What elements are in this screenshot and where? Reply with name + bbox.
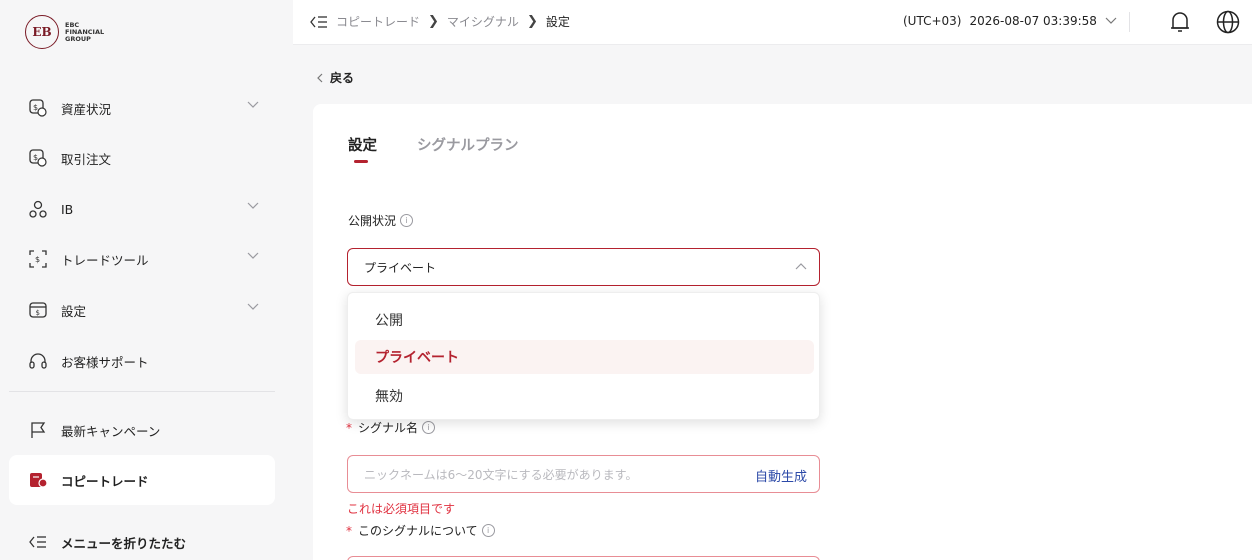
option-disabled[interactable]: 無効 [355, 379, 814, 413]
sidebar-item-label: トレードツール [61, 252, 149, 268]
breadcrumb-my-signal[interactable]: マイシグナル [447, 13, 519, 30]
sidebar-item-settings[interactable]: $ 設定 [9, 285, 275, 335]
sidebar-item-ib[interactable]: IB [9, 184, 275, 234]
logo-line-3: GROUP [65, 34, 91, 43]
chevron-down-icon [1105, 17, 1117, 24]
visibility-select[interactable]: プライベート [347, 248, 820, 286]
logo[interactable]: EB EBC FINANCIAL GROUP [25, 15, 104, 49]
back-label: 戻る [330, 71, 355, 85]
globe-icon[interactable] [1215, 9, 1241, 35]
auto-generate-button[interactable]: 自動生成 [755, 466, 807, 485]
logo-text: EBC FINANCIAL GROUP [65, 21, 104, 43]
sidebar-item-assets[interactable]: $ 資産状況 [9, 83, 275, 133]
chevron-down-icon [247, 303, 259, 310]
scan-dollar-icon: $ [27, 248, 49, 270]
chevron-up-icon [795, 263, 807, 270]
required-mark: * [346, 420, 352, 435]
visibility-label-text: 公開状況 [348, 214, 397, 228]
svg-text:$: $ [36, 309, 40, 317]
collapse-menu-button[interactable]: メニューを折りたたむ [9, 517, 275, 560]
header-divider [1129, 12, 1130, 32]
bell-icon[interactable] [1168, 9, 1192, 35]
svg-text:$: $ [35, 255, 40, 264]
svg-text:$: $ [33, 103, 38, 112]
collapse-menu-label: メニューを折りたたむ [61, 535, 187, 551]
dollar-chart-icon: $ [27, 97, 49, 119]
svg-text:$: $ [33, 153, 38, 162]
info-icon[interactable]: i [400, 214, 414, 227]
required-mark: * [346, 523, 352, 538]
sidebar-item-orders[interactable]: $ 取引注文 [9, 133, 275, 183]
about-signal-label-text: このシグナルについて [358, 524, 478, 538]
visibility-dropdown-menu: 公開 プライベート 無効 [347, 292, 820, 420]
logo-mark: EB [25, 15, 59, 49]
active-tab-indicator [354, 160, 368, 163]
visibility-value: プライベート [364, 260, 437, 275]
settings-card: 設定 シグナルプラン 公開状況 i プライベート * シグナル名 i ニックネー… [313, 104, 1252, 560]
datetime-label: 2026-08-07 03:39:58 [969, 14, 1097, 28]
tab-signal-plan[interactable]: シグナルプラン [417, 134, 519, 155]
breadcrumb-current: 設定 [545, 15, 570, 29]
about-signal-textarea[interactable] [347, 556, 820, 560]
chevron-right-icon: ❯ [428, 14, 439, 29]
tab-settings[interactable]: 設定 [348, 134, 377, 155]
flag-icon [27, 419, 49, 441]
sidebar-item-trade-tools[interactable]: $ トレードツール [9, 234, 275, 284]
sidebar-item-copy-trade[interactable]: コピートレード [9, 455, 275, 505]
chevron-left-icon [317, 73, 323, 82]
sidebar-item-label: お客様サポート [61, 354, 149, 370]
headset-icon [27, 350, 49, 372]
chevron-down-icon [247, 101, 259, 108]
signal-name-input[interactable]: ニックネームは6〜20文字にする必要があります。 自動生成 [347, 455, 820, 493]
visibility-label: 公開状況 i [348, 212, 414, 229]
signal-name-error: これは必須項目です [347, 502, 456, 516]
signal-name-placeholder: ニックネームは6〜20文字にする必要があります。 [364, 467, 638, 482]
back-button[interactable]: 戻る [316, 69, 354, 86]
chevron-right-icon: ❯ [526, 14, 538, 29]
signal-name-label: * シグナル名 i [346, 419, 436, 436]
chevron-down-icon [247, 252, 259, 259]
sidebar-divider [9, 391, 275, 392]
breadcrumb: コピートレード ❯ マイシグナル ❯ 設定 [310, 13, 570, 30]
sidebar-item-campaigns[interactable]: 最新キャンペーン [9, 405, 275, 455]
chevron-down-icon [247, 202, 259, 209]
sidebar-item-label: IB [61, 201, 74, 217]
sidebar-item-label: 設定 [61, 303, 87, 319]
option-public[interactable]: 公開 [355, 303, 814, 337]
sidebar-item-support[interactable]: お客様サポート [9, 336, 275, 386]
top-bar: コピートレード ❯ マイシグナル ❯ 設定 (UTC+03) 2026-08-0… [293, 0, 1252, 45]
wallet-icon: $ [27, 299, 49, 321]
info-icon[interactable]: i [422, 421, 436, 434]
collapse-menu-icon [27, 531, 49, 553]
info-icon[interactable]: i [481, 524, 495, 537]
copy-trade-icon [27, 469, 49, 491]
sidebar-item-label: 資産状況 [61, 101, 112, 117]
sidebar: EB EBC FINANCIAL GROUP $ 資産状況 $ 取引注文 IB … [0, 0, 293, 560]
dollar-coins-icon: $ [27, 147, 49, 169]
sidebar-item-label: 取引注文 [61, 151, 112, 167]
sidebar-item-label: 最新キャンペーン [61, 423, 161, 439]
timezone-selector[interactable]: (UTC+03) 2026-08-07 03:39:58 [903, 14, 1117, 28]
option-private[interactable]: プライベート [355, 340, 814, 374]
sidebar-item-label: コピートレード [61, 473, 149, 489]
signal-name-label-text: シグナル名 [358, 421, 419, 435]
timezone-label: (UTC+03) [903, 14, 962, 28]
about-signal-label: * このシグナルについて i [346, 522, 495, 539]
people-network-icon [27, 198, 49, 220]
breadcrumb-copy-trade[interactable]: コピートレード [336, 13, 420, 30]
menu-toggle-icon[interactable] [310, 15, 328, 29]
